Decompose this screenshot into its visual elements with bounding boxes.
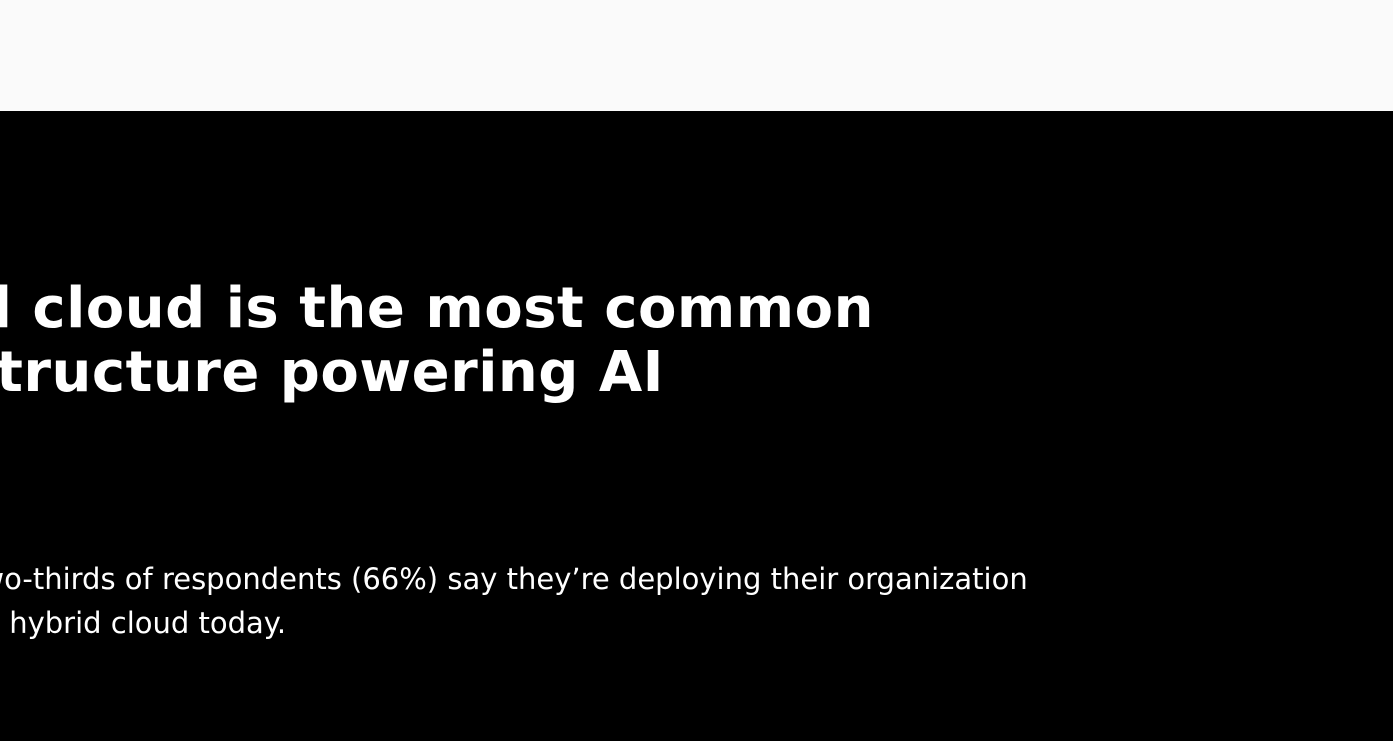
- hero-section: rid cloud is the most common astructure …: [0, 111, 1393, 741]
- hero-description-line-2: via a hybrid cloud today.: [0, 606, 287, 640]
- top-band: [0, 0, 1393, 111]
- hero-headline-line-2: astructure powering AI: [0, 340, 665, 405]
- hero-headline-line-1: rid cloud is the most common: [0, 276, 874, 341]
- hero-description: er two-thirds of respondents (66%) say t…: [0, 557, 1028, 645]
- hero-description-line-1: er two-thirds of respondents (66%) say t…: [0, 562, 1028, 596]
- hero-headline: rid cloud is the most common astructure …: [0, 277, 874, 405]
